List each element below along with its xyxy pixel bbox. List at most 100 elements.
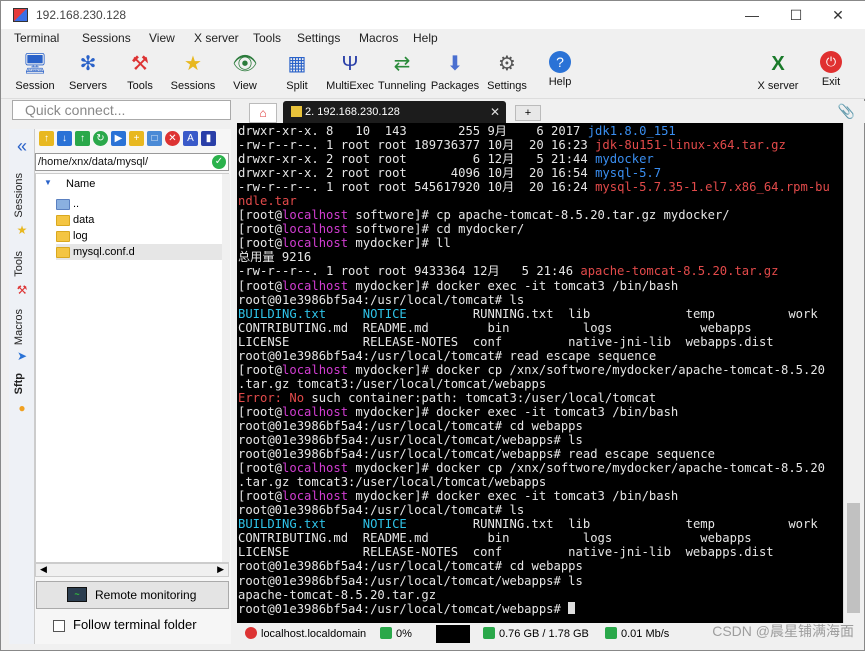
tunneling-button[interactable]: ⇄ Tunneling (374, 51, 430, 92)
maximize-button[interactable]: ☐ (781, 5, 811, 25)
menu-help[interactable]: Help (413, 31, 438, 45)
close-tab-icon[interactable]: ✕ (490, 101, 500, 123)
terminal-segment: LICENSE RELEASE-NOTES conf native-jni-li… (238, 334, 774, 349)
terminal-output[interactable]: drwxr-xr-x. 8 10 143 255 9月 6 2017 jdk1.… (237, 123, 843, 623)
delete-icon[interactable]: ✕ (165, 131, 180, 146)
packages-button[interactable]: ⬇ Packages (427, 51, 483, 92)
menu-terminal[interactable]: Terminal (14, 31, 59, 45)
collapse-arrow-icon[interactable]: « (15, 137, 29, 155)
tab-sftp[interactable]: Sftp (13, 373, 25, 394)
tools-button[interactable]: ⚒ Tools (112, 51, 168, 92)
home-tab-icon[interactable]: ⌂ (249, 103, 277, 123)
terminal-segment: root@01e3986bf5a4:/usr/local/tomcat# ls (238, 503, 525, 518)
list-item[interactable]: data (56, 212, 226, 228)
terminal-segment: [root@ (238, 278, 283, 293)
new-tab-button[interactable]: + (515, 105, 541, 121)
remote-monitoring-button[interactable]: ~ Remote monitoring (36, 581, 229, 609)
close-window-button[interactable]: ✕ (823, 5, 853, 25)
memory-icon (483, 627, 495, 639)
file-list-hscrollbar[interactable]: ◀ ▶ (35, 563, 229, 577)
attachment-icon[interactable]: 📎 (838, 103, 855, 120)
terminal-sync-icon[interactable]: ▶ (111, 131, 126, 146)
x-server-icon: X (771, 53, 785, 75)
menu-x-server[interactable]: X server (194, 31, 239, 45)
terminal-segment: Error: (238, 390, 290, 405)
tab-tools[interactable]: Tools (13, 251, 25, 277)
quick-connect-input[interactable]: Quick connect... (12, 100, 231, 120)
folder-icon (56, 214, 70, 226)
check-icon[interactable]: ✓ (212, 155, 226, 169)
menu-view[interactable]: View (149, 31, 175, 45)
menu-macros[interactable]: Macros (359, 31, 398, 45)
exit-button[interactable]: ⏻ Exit (803, 51, 859, 88)
settings-button[interactable]: ⚙ Settings (479, 51, 535, 92)
title-bar: 192.168.230.128 — ☐ ✕ (1, 1, 865, 29)
sftp-icon: ● (18, 401, 26, 415)
column-name[interactable]: Name (66, 178, 95, 190)
terminal-segment: No (289, 390, 305, 405)
split-icon: ▦ (287, 53, 307, 75)
terminal-text: drwxr-xr-x. 8 10 143 255 9月 6 2017 jdk1.… (238, 124, 830, 616)
split-button[interactable]: ▦ Split (269, 51, 325, 92)
tools-icon: ⚒ (16, 283, 28, 297)
tab-macros[interactable]: Macros (13, 309, 25, 345)
properties-icon[interactable]: ▮ (201, 131, 216, 146)
macros-icon: ➤ (16, 349, 28, 363)
new-file-icon[interactable]: □ (147, 131, 162, 146)
x-server-button[interactable]: XX server (750, 51, 806, 92)
status-memory: 0.76 GB / 1.78 GB (483, 625, 589, 643)
text-icon[interactable]: A (183, 131, 198, 146)
view-button[interactable]: 👁 View (217, 51, 273, 92)
terminal-scrollbar[interactable] (843, 123, 863, 623)
list-item[interactable]: mysql.conf.d (56, 244, 226, 260)
tab-session-2[interactable]: 2. 192.168.230.128 ✕ (283, 101, 506, 123)
folder-icon (56, 246, 70, 258)
terminal-segment: [root@ (238, 489, 283, 504)
star-icon: ★ (184, 53, 202, 75)
new-folder-icon[interactable]: + (129, 131, 144, 146)
help-button[interactable]: ? Help (532, 51, 588, 88)
terminal-segment: root@01e3986bf5a4:/usr/local/tomcat# ls (238, 292, 525, 307)
menu-settings[interactable]: Settings (297, 31, 340, 45)
download-icon[interactable]: ↓ (57, 131, 72, 146)
packages-icon: ⬇ (446, 53, 464, 75)
terminal-segment: CONTRIBUTING.md README.md bin logs webap… (238, 531, 752, 546)
list-item[interactable]: .. (56, 196, 226, 212)
help-icon: ? (549, 51, 571, 73)
list-item[interactable]: log (56, 228, 226, 244)
minimize-button[interactable]: — (737, 5, 767, 25)
terminal-segment: mydocker (595, 152, 654, 167)
servers-icon: ✻ (79, 53, 97, 75)
multiexec-icon: Ψ (341, 53, 359, 75)
terminal-segment: -rw-r--r--. 1 root root 189736377 10月 20… (238, 138, 596, 153)
scroll-thumb[interactable] (847, 503, 860, 613)
scroll-right-icon[interactable]: ▶ (217, 564, 224, 575)
multiexec-button[interactable]: Ψ MultiExec (322, 51, 378, 92)
session-button[interactable]: 🖥 Session (7, 51, 63, 92)
sessions-button[interactable]: ★ Sessions (165, 51, 221, 92)
terminal-segment: [root@ (238, 404, 283, 419)
session-tab-bar: ⌂ 2. 192.168.230.128 ✕ + 📎 (237, 101, 865, 123)
host-icon (245, 627, 257, 639)
terminal-segment: localhost (282, 404, 349, 419)
follow-terminal-folder[interactable]: Follow terminal folder (53, 617, 197, 632)
servers-button[interactable]: ✻ Servers (60, 51, 116, 92)
terminal-segment: mydocker]# ll (348, 236, 451, 251)
menu-tools[interactable]: Tools (253, 31, 281, 45)
menu-sessions[interactable]: Sessions (82, 31, 131, 45)
terminal-segment: localhost (282, 278, 349, 293)
up-folder-icon[interactable]: ↑ (39, 131, 54, 146)
refresh-icon[interactable]: ↻ (93, 131, 108, 146)
sftp-path-input[interactable]: /home/xnx/data/mysql/ ✓ (35, 153, 229, 171)
terminal-segment: root@01e3986bf5a4:/usr/local/tomcat/weba… (238, 573, 583, 588)
file-list-scrollbar[interactable] (222, 174, 230, 562)
status-network: 0.01 Mb/s (605, 625, 669, 643)
terminal-segment: BUILDING.txt (238, 517, 327, 532)
scroll-left-icon[interactable]: ◀ (40, 564, 47, 575)
follow-folder-checkbox[interactable] (53, 619, 65, 632)
upload-icon[interactable]: ↑ (75, 131, 90, 146)
gear-icon: ⚙ (498, 53, 516, 75)
terminal-segment: [root@ (238, 208, 283, 223)
power-icon: ⏻ (820, 51, 842, 73)
tab-sessions[interactable]: Sessions (13, 173, 25, 218)
